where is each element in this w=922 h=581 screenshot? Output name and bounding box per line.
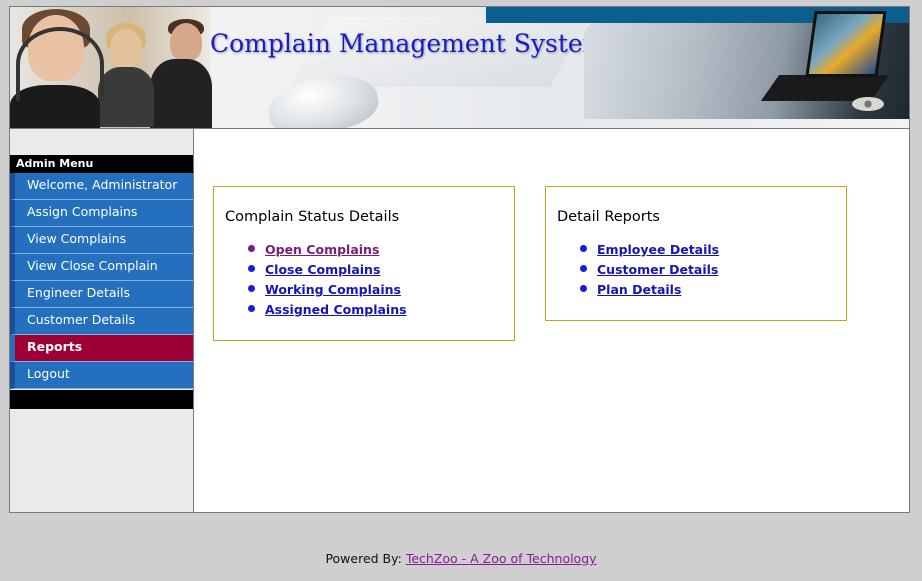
banner-people-image — [10, 7, 212, 128]
assigned-complains-link[interactable]: Assigned Complains — [265, 302, 407, 317]
plan-details-link[interactable]: Plan Details — [597, 282, 681, 297]
close-complains-link[interactable]: Close Complains — [265, 262, 380, 277]
menu-item-assign-complains[interactable]: Assign Complains — [10, 200, 193, 227]
list-item: Customer Details — [580, 260, 719, 280]
detail-reports-panel: Detail Reports Employee Details Customer… — [545, 186, 847, 321]
page-container: Complain Management System Admin Menu We… — [9, 6, 910, 513]
complain-status-title: Complain Status Details — [225, 209, 400, 225]
employee-details-link[interactable]: Employee Details — [597, 242, 719, 257]
bullet-icon — [248, 265, 255, 272]
bullet-icon — [248, 245, 255, 252]
sidebar: Admin Menu Welcome, Administrator Assign… — [10, 129, 194, 512]
complain-status-panel: Complain Status Details Open Complains C… — [213, 186, 515, 341]
complain-status-links: Open Complains Close Complains Working C… — [248, 240, 407, 320]
bullet-icon — [580, 265, 587, 272]
footer-prefix: Powered By: — [325, 551, 402, 566]
laptop-screen-image — [805, 11, 887, 77]
menu-item-reports[interactable]: Reports — [10, 335, 193, 362]
menu-item-logout[interactable]: Logout — [10, 362, 193, 389]
admin-menu-heading: Admin Menu — [10, 155, 193, 173]
bullet-icon — [248, 285, 255, 292]
bullet-icon — [248, 305, 255, 312]
list-item: Assigned Complains — [248, 300, 407, 320]
footer: Powered By: TechZoo - A Zoo of Technolog… — [0, 551, 922, 566]
headset-icon — [16, 27, 104, 101]
open-complains-link[interactable]: Open Complains — [265, 242, 379, 257]
list-item: Employee Details — [580, 240, 719, 260]
list-item: Close Complains — [248, 260, 407, 280]
menu-item-view-complains[interactable]: View Complains — [10, 227, 193, 254]
working-complains-link[interactable]: Working Complains — [265, 282, 401, 297]
techzoo-link[interactable]: TechZoo - A Zoo of Technology — [406, 551, 597, 566]
site-title: Complain Management System — [210, 29, 607, 58]
menu-item-customer-details[interactable]: Customer Details — [10, 308, 193, 335]
list-item: Working Complains — [248, 280, 407, 300]
detail-reports-title: Detail Reports — [557, 209, 660, 225]
menu-item-view-close-complain[interactable]: View Close Complain — [10, 254, 193, 281]
menu-item-engineer-details[interactable]: Engineer Details — [10, 281, 193, 308]
list-item: Open Complains — [248, 240, 407, 260]
customer-details-link[interactable]: Customer Details — [597, 262, 718, 277]
detail-reports-links: Employee Details Customer Details Plan D… — [580, 240, 719, 300]
bullet-icon — [580, 285, 587, 292]
list-item: Plan Details — [580, 280, 719, 300]
admin-menu: Welcome, Administrator Assign Complains … — [10, 173, 193, 389]
bullet-icon — [580, 245, 587, 252]
header-banner: Complain Management System — [10, 7, 909, 129]
menu-footer-bar — [10, 390, 193, 409]
menu-item-welcome[interactable]: Welcome, Administrator — [10, 173, 193, 200]
cd-icon — [852, 97, 884, 111]
